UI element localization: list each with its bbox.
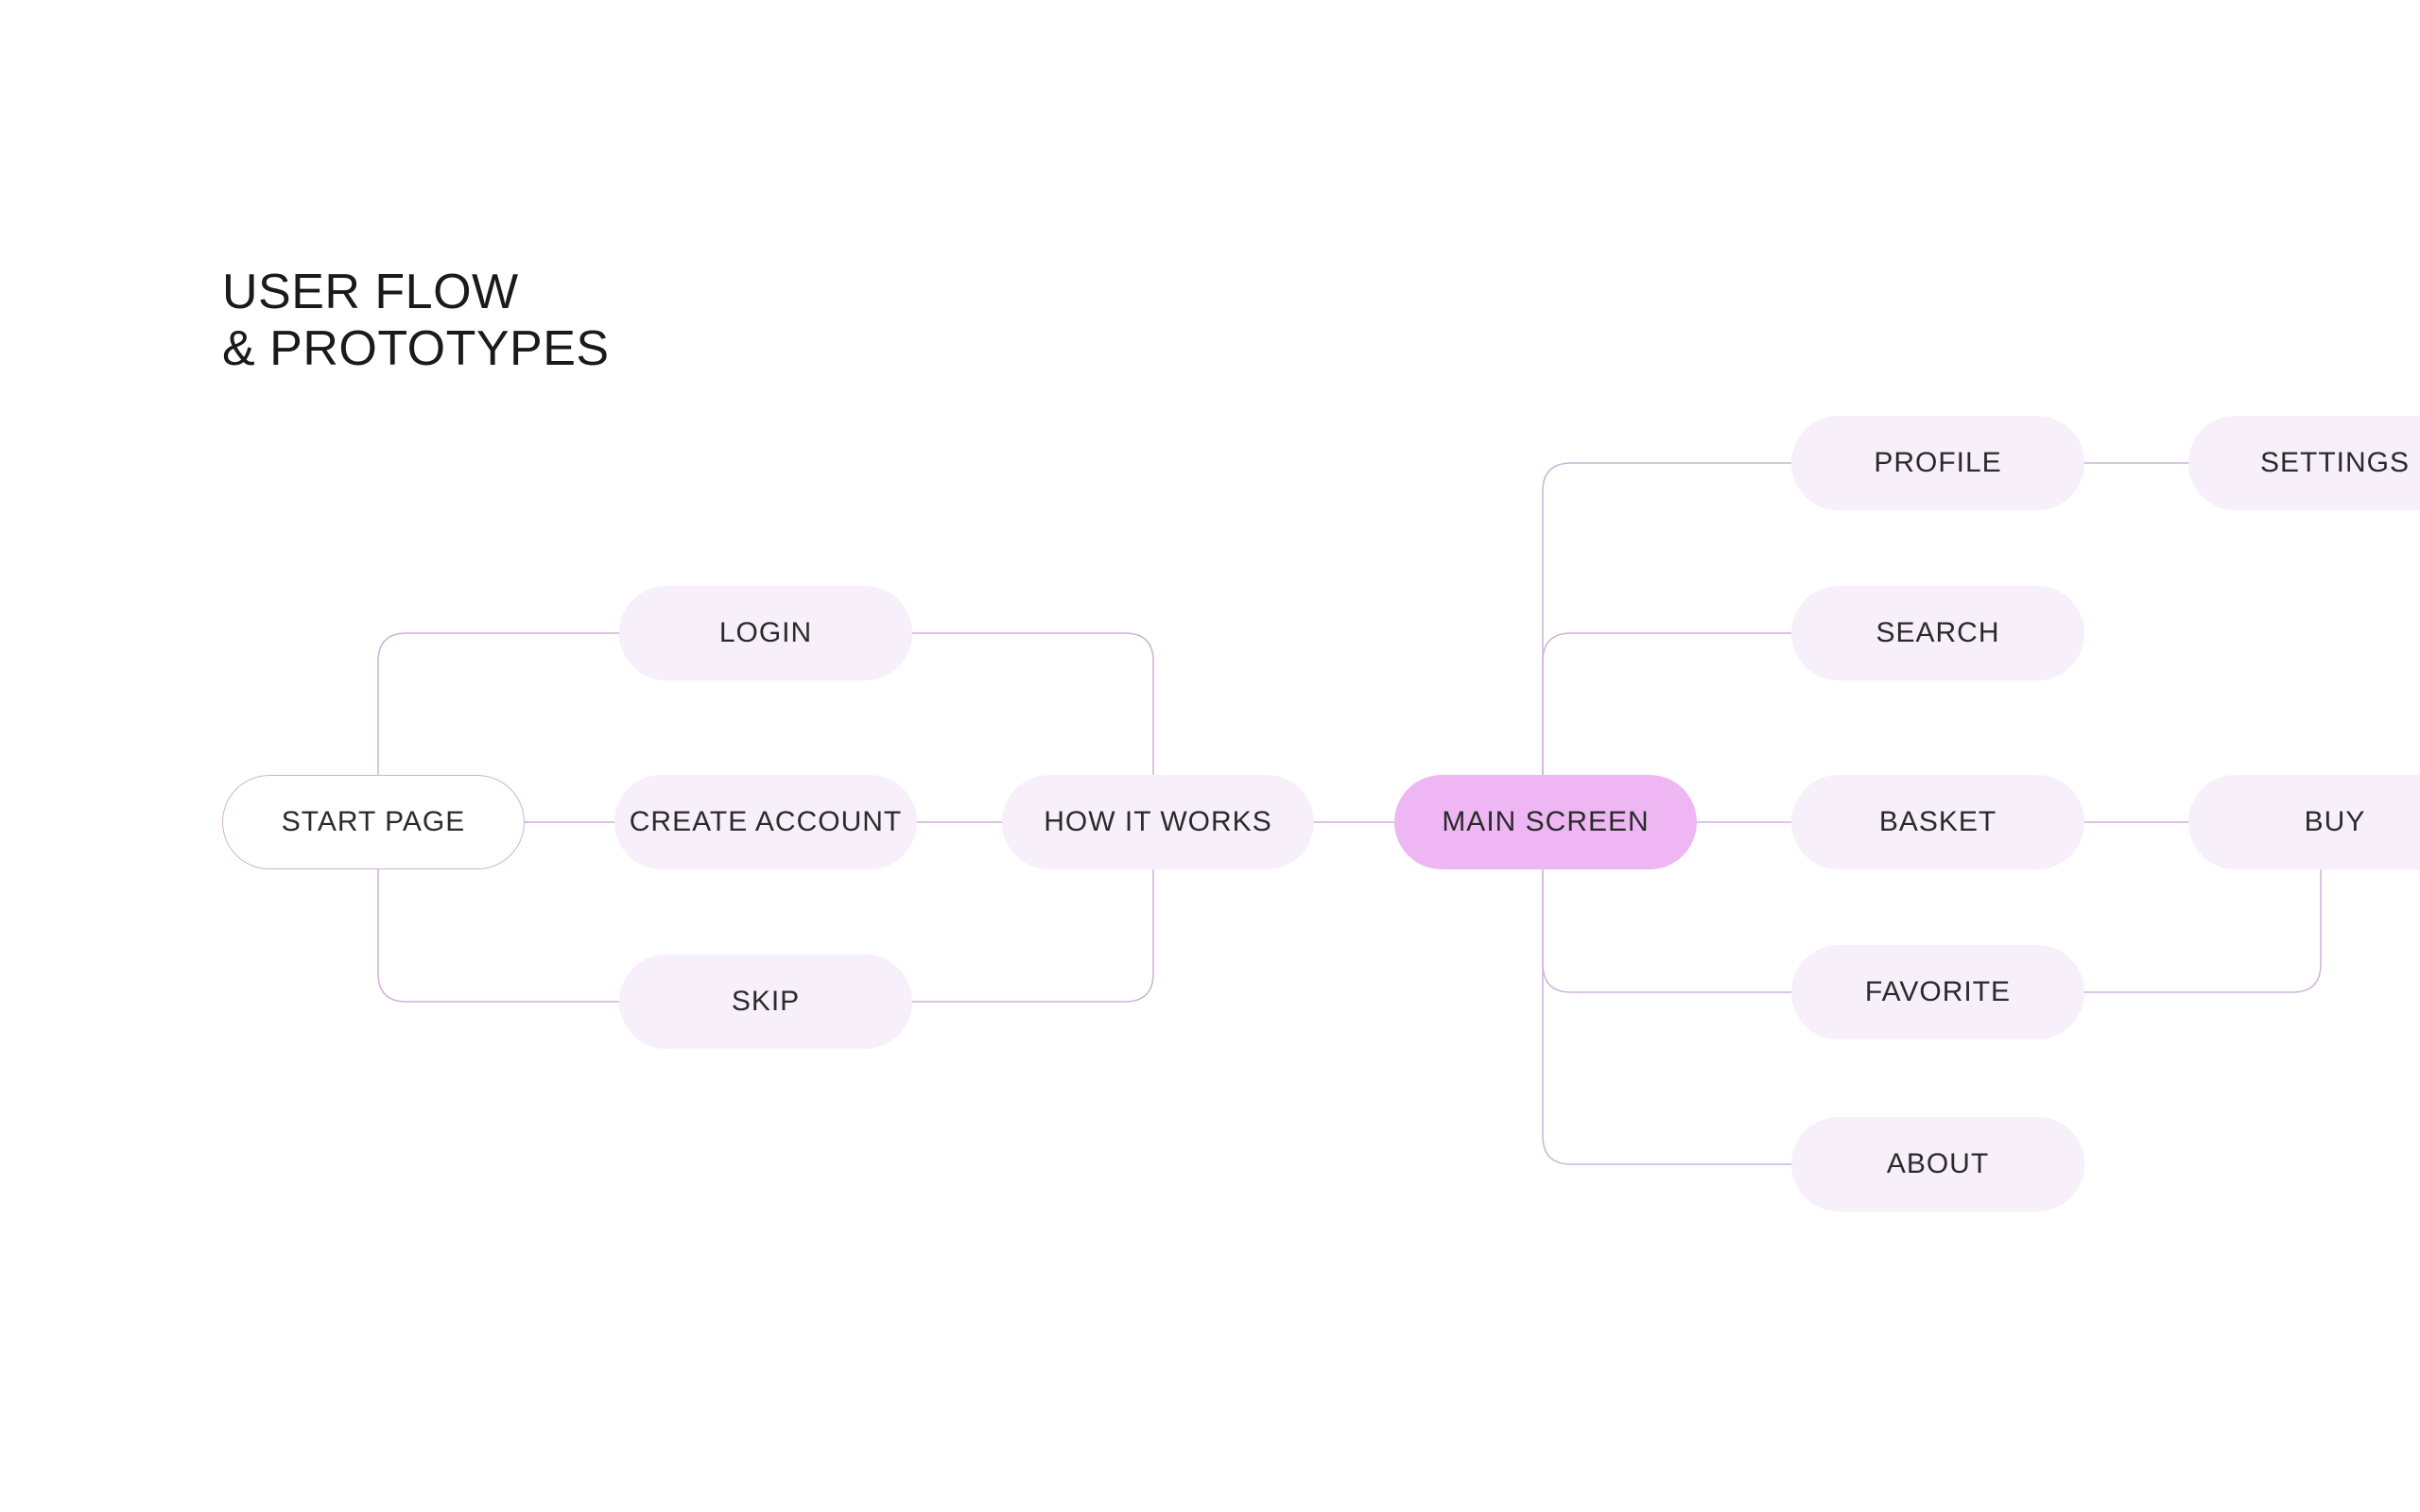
node-label: BASKET bbox=[1879, 806, 1996, 838]
node-about[interactable]: ABOUT bbox=[1791, 1117, 2084, 1211]
node-basket[interactable]: BASKET bbox=[1791, 775, 2084, 869]
node-settings[interactable]: SETTINGS bbox=[2188, 416, 2420, 510]
node-label: FAVORITE bbox=[1865, 976, 2011, 1008]
node-label: PROFILE bbox=[1874, 447, 2001, 479]
node-login[interactable]: LOGIN bbox=[619, 586, 912, 680]
node-how-it-works[interactable]: HOW IT WORKS bbox=[1002, 775, 1314, 869]
node-label: CREATE ACCOUNT bbox=[630, 806, 902, 838]
node-skip[interactable]: SKIP bbox=[619, 954, 912, 1049]
node-label: HOW IT WORKS bbox=[1044, 806, 1271, 838]
connectors bbox=[0, 0, 2420, 1512]
node-main-screen[interactable]: MAIN SCREEN bbox=[1394, 775, 1697, 869]
node-label: MAIN SCREEN bbox=[1442, 806, 1649, 838]
node-label: BUY bbox=[2305, 806, 2366, 838]
node-label: LOGIN bbox=[719, 617, 812, 649]
node-buy[interactable]: BUY bbox=[2188, 775, 2420, 869]
node-start-page[interactable]: START PAGE bbox=[222, 775, 525, 869]
node-label: ABOUT bbox=[1887, 1148, 1989, 1180]
node-label: SETTINGS bbox=[2260, 447, 2410, 479]
node-profile[interactable]: PROFILE bbox=[1791, 416, 2084, 510]
flow-canvas: START PAGE LOGIN CREATE ACCOUNT SKIP HOW… bbox=[0, 0, 2420, 1512]
node-label: START PAGE bbox=[282, 806, 466, 838]
node-label: SKIP bbox=[732, 986, 800, 1018]
node-search[interactable]: SEARCH bbox=[1791, 586, 2084, 680]
node-create-account[interactable]: CREATE ACCOUNT bbox=[614, 775, 917, 869]
node-favorite[interactable]: FAVORITE bbox=[1791, 945, 2084, 1040]
node-label: SEARCH bbox=[1876, 617, 1999, 649]
